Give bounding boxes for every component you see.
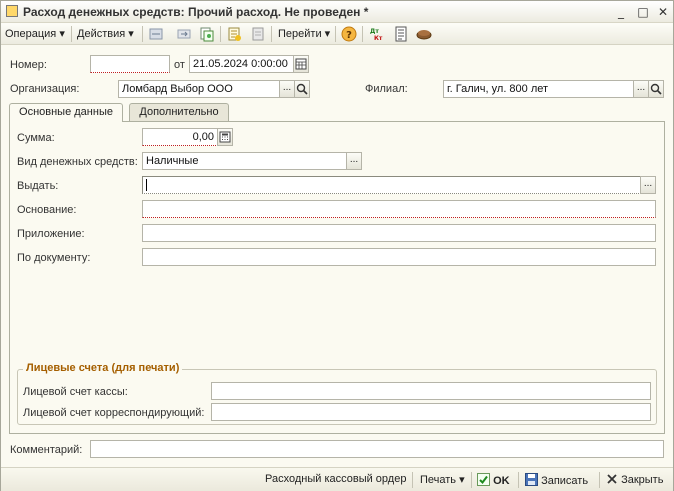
corr-account-label: Лицевой счет корреспондирующий: [23, 407, 205, 419]
maximize-button[interactable]: □ [635, 4, 651, 20]
bottom-separator [518, 472, 519, 488]
appendix-label: Приложение: [17, 228, 85, 240]
print-menu[interactable]: Печать ▾ [420, 473, 465, 486]
search-icon [650, 83, 662, 95]
unpost-icon[interactable] [176, 26, 192, 42]
comment-field[interactable] [90, 440, 664, 458]
toolbar-separator [71, 26, 72, 42]
basis-field[interactable] [142, 200, 656, 218]
basis-label: Основание: [17, 204, 77, 216]
text-cursor [146, 179, 147, 191]
svg-text:?: ? [346, 30, 352, 41]
calculator-button[interactable] [217, 128, 233, 146]
date-label: от [174, 59, 185, 71]
accounting-entries-icon[interactable]: Дт Кт [368, 26, 384, 42]
toolbar-separator [335, 26, 336, 42]
money-type-label: Вид денежных средств: [17, 156, 138, 168]
ok-label: OK [493, 475, 510, 487]
organization-label: Организация: [10, 83, 80, 95]
toolbar-separator [271, 26, 272, 42]
ok-button[interactable]: OK [477, 473, 510, 487]
by-document-field[interactable] [142, 248, 656, 266]
calculator-icon [219, 131, 231, 143]
title-bar: Расход денежных средств: Прочий расход. … [1, 1, 673, 23]
money-type-field[interactable]: Наличные [142, 152, 347, 170]
print-preview-icon[interactable] [250, 26, 266, 42]
branch-field[interactable]: г. Галич, ул. 800 лет [443, 80, 634, 98]
organization-search-button[interactable] [294, 80, 310, 98]
close-label: Закрыть [621, 474, 664, 486]
help-icon[interactable]: ? [341, 26, 357, 42]
branch-search-button[interactable] [648, 80, 664, 98]
corr-account-field[interactable] [211, 403, 651, 421]
calendar-button[interactable] [293, 55, 309, 73]
branch-label: Филиал: [365, 83, 408, 95]
journal-icon[interactable] [393, 26, 409, 42]
save-disk-icon [525, 473, 538, 486]
document-icon [6, 5, 18, 17]
fill-document-icon[interactable] [226, 26, 242, 42]
close-window-button[interactable]: ✕ [655, 4, 671, 20]
copy-document-icon[interactable] [199, 26, 215, 42]
issue-to-label: Выдать: [17, 180, 59, 192]
save-button[interactable]: Записать [525, 473, 588, 487]
number-field[interactable] [90, 55, 170, 73]
issue-to-select-button[interactable]: ... [640, 176, 656, 194]
organization-select-button[interactable]: ... [279, 80, 295, 98]
actions-menu[interactable]: Действия ▾ [77, 26, 134, 42]
bottom-separator [599, 472, 600, 488]
tab-main-data[interactable]: Основные данные [9, 103, 123, 122]
toolbar: Операция ▾ Действия ▾ Перейти ▾ ? Дт Кт [1, 23, 673, 45]
post-icon[interactable] [148, 26, 164, 42]
organization-field[interactable]: Ломбард Выбор ООО [118, 80, 280, 98]
cash-account-field[interactable] [211, 382, 651, 400]
close-icon [607, 474, 617, 484]
issue-to-field[interactable] [142, 176, 641, 194]
operation-menu[interactable]: Операция ▾ [5, 26, 65, 42]
goto-menu[interactable]: Перейти ▾ [278, 26, 330, 42]
sum-label: Сумма: [17, 132, 55, 144]
branch-select-button[interactable]: ... [633, 80, 649, 98]
appendix-field[interactable] [142, 224, 656, 242]
structure-icon[interactable] [416, 26, 432, 42]
bottom-separator [412, 472, 413, 488]
minimize-button[interactable]: _ [613, 4, 629, 20]
search-icon [296, 83, 308, 95]
save-label: Записать [541, 475, 589, 487]
cash-account-label: Лицевой счет кассы: [23, 386, 128, 398]
svg-text:Кт: Кт [374, 35, 383, 42]
tab-additional[interactable]: Дополнительно [129, 103, 229, 121]
window-title: Расход денежных средств: Прочий расход. … [23, 5, 369, 19]
by-document-label: По документу: [17, 252, 91, 264]
sum-field[interactable]: 0,00 [142, 128, 218, 146]
comment-label: Комментарий: [10, 444, 83, 456]
svg-text:Дт: Дт [370, 28, 379, 35]
date-field[interactable]: 21.05.2024 0:00:00 [189, 55, 294, 73]
bottom-separator [471, 472, 472, 488]
close-button[interactable]: Закрыть [606, 473, 663, 486]
accounts-group-title: Лицевые счета (для печати) [23, 362, 183, 374]
toolbar-separator [142, 26, 143, 42]
money-type-select-button[interactable]: ... [346, 152, 362, 170]
cash-order-button[interactable]: Расходный кассовый ордер [265, 473, 406, 485]
toolbar-separator [220, 26, 221, 42]
calendar-icon [295, 58, 307, 70]
toolbar-separator [362, 26, 363, 42]
checkmark-icon [477, 473, 490, 486]
number-label: Номер: [10, 59, 47, 71]
bottom-bar: Расходный кассовый ордер Печать ▾ OK Зап… [1, 467, 673, 491]
document-window: Расход денежных средств: Прочий расход. … [0, 0, 674, 491]
